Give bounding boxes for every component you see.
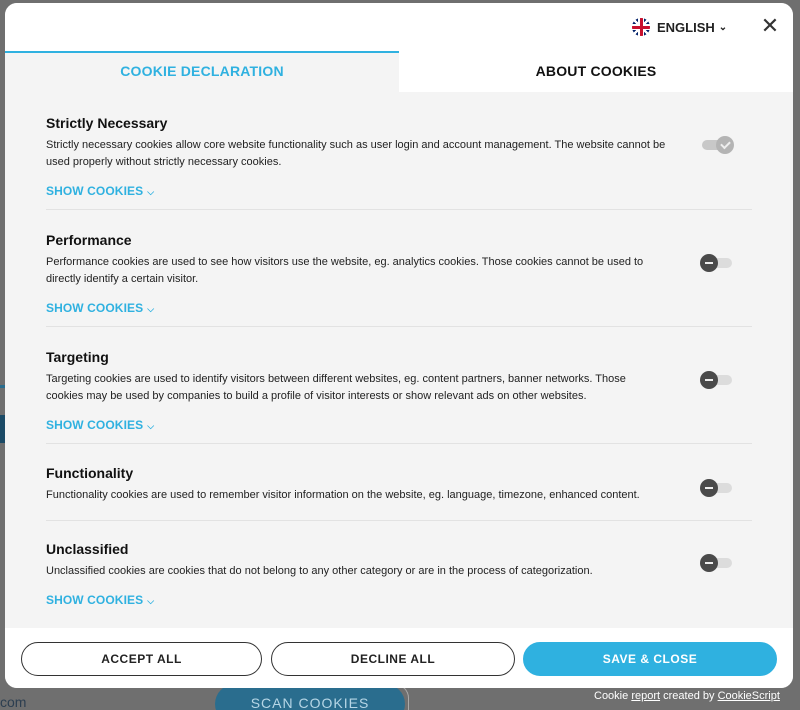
- category-functionality: Functionality Functionality cookies are …: [46, 444, 752, 521]
- chevron-down-icon: ⌄: [718, 21, 728, 33]
- toggle-knob: [700, 254, 718, 272]
- language-label: ENGLISH: [657, 19, 715, 35]
- cookiescript-link[interactable]: CookieScript: [718, 690, 780, 702]
- show-cookies-label: SHOW COOKIES: [46, 184, 144, 198]
- category-toggle[interactable]: [700, 554, 732, 572]
- decline-all-button[interactable]: DECLINE ALL: [271, 642, 515, 676]
- show-cookies-label: SHOW COOKIES: [46, 418, 144, 432]
- category-toggle[interactable]: [700, 371, 732, 389]
- toggle-knob: [700, 554, 718, 572]
- category-description: Strictly necessary cookies allow core we…: [46, 139, 666, 168]
- cookie-categories: Strictly Necessary Strictly necessary co…: [46, 92, 752, 621]
- category-unclassified: Unclassified Unclassified cookies are co…: [46, 521, 752, 621]
- background-url: com: [0, 694, 27, 710]
- category-toggle[interactable]: [702, 136, 734, 154]
- uk-flag-icon: [632, 18, 650, 36]
- save-close-button[interactable]: SAVE & CLOSE: [523, 642, 777, 676]
- category-description: Functionality cookies are used to rememb…: [46, 489, 640, 501]
- tab-bar: COOKIE DECLARATION ABOUT COOKIES: [5, 51, 793, 92]
- close-icon[interactable]: ✕: [759, 15, 781, 37]
- credit-middle: created by: [663, 690, 715, 702]
- tab-about-cookies[interactable]: ABOUT COOKIES: [399, 51, 793, 92]
- category-toggle[interactable]: [700, 254, 732, 272]
- chevron-down-icon: ⌵: [147, 304, 155, 314]
- toggle-knob: [700, 479, 718, 497]
- chevron-down-icon: ⌵: [147, 187, 155, 197]
- category-toggle[interactable]: [700, 479, 732, 497]
- show-cookies-button[interactable]: SHOW COOKIES ⌵: [46, 418, 752, 432]
- chevron-down-icon: ⌵: [147, 596, 155, 606]
- toggle-knob: [700, 371, 718, 389]
- show-cookies-label: SHOW COOKIES: [46, 301, 144, 315]
- toggle-knob: [716, 136, 734, 154]
- modal-footer: ACCEPT ALL DECLINE ALL SAVE & CLOSE: [5, 628, 793, 688]
- category-title: Strictly Necessary: [46, 115, 168, 131]
- cookie-modal: ENGLISH ⌄ ✕ COOKIE DECLARATION ABOUT COO…: [5, 3, 793, 688]
- language-selector[interactable]: ENGLISH ⌄: [632, 18, 727, 36]
- credit-prefix: Cookie: [594, 690, 629, 702]
- category-title: Targeting: [46, 349, 109, 365]
- category-description: Targeting cookies are used to identify v…: [46, 373, 626, 402]
- cookiescript-credit: Cookie report created by CookieScript: [594, 690, 780, 702]
- show-cookies-button[interactable]: SHOW COOKIES ⌵: [46, 593, 752, 607]
- report-link[interactable]: report: [631, 690, 660, 702]
- category-description: Performance cookies are used to see how …: [46, 256, 644, 285]
- modal-header: ENGLISH ⌄ ✕: [5, 3, 793, 51]
- show-cookies-button[interactable]: SHOW COOKIES ⌵: [46, 301, 752, 315]
- accept-all-button[interactable]: ACCEPT ALL: [21, 642, 262, 676]
- chevron-down-icon: ⌵: [147, 421, 155, 431]
- category-title: Unclassified: [46, 541, 129, 557]
- category-strictly-necessary: Strictly Necessary Strictly necessary co…: [46, 92, 752, 210]
- show-cookies-label: SHOW COOKIES: [46, 593, 144, 607]
- category-title: Performance: [46, 232, 132, 248]
- category-description: Unclassified cookies are cookies that do…: [46, 565, 593, 577]
- category-targeting: Targeting Targeting cookies are used to …: [46, 327, 752, 444]
- tab-cookie-declaration[interactable]: COOKIE DECLARATION: [5, 51, 399, 92]
- category-title: Functionality: [46, 465, 134, 481]
- show-cookies-button[interactable]: SHOW COOKIES ⌵: [46, 184, 752, 198]
- category-performance: Performance Performance cookies are used…: [46, 210, 752, 327]
